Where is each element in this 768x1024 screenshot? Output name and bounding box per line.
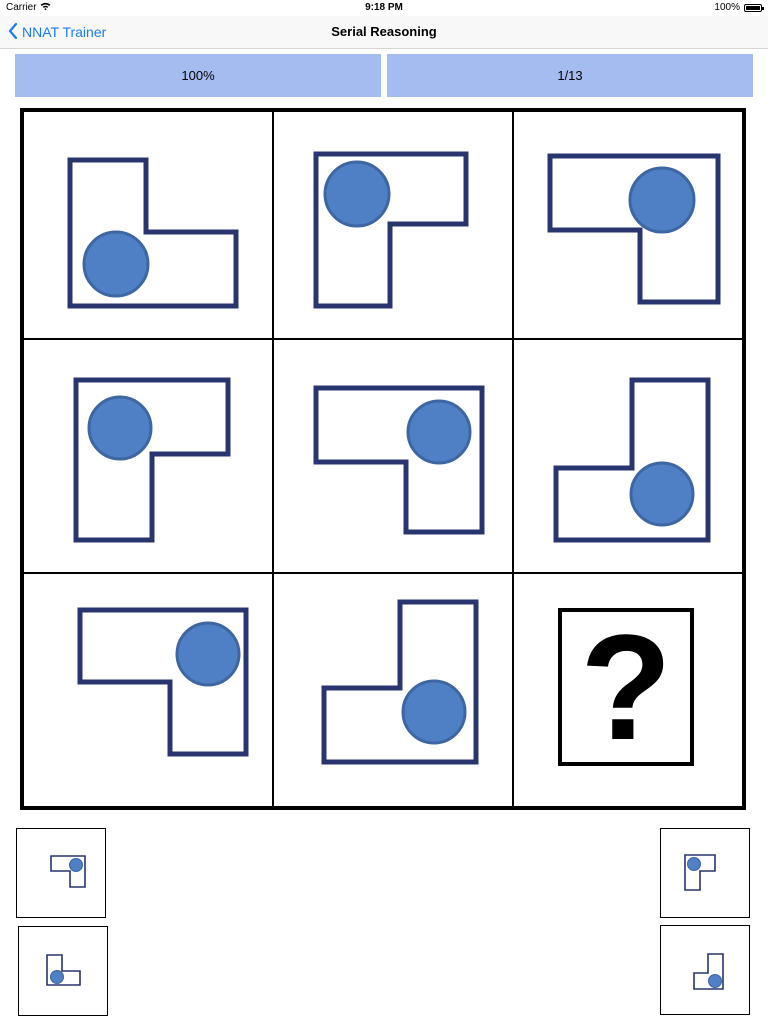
missing-answer-box: ?: [558, 608, 694, 766]
grid-cell-3-3: ?: [514, 574, 742, 806]
l-shape-figure: [313, 385, 485, 535]
l-shape-figure: [547, 153, 721, 305]
grid-cell-1-2: [274, 112, 512, 338]
l-shape-figure: [77, 607, 249, 757]
answer-option-3[interactable]: [18, 926, 108, 1016]
l-shape-figure: [73, 377, 231, 543]
status-time: 9:18 PM: [365, 2, 403, 13]
grid-cell-3-1: [24, 574, 272, 806]
grid-cell-2-2: [274, 340, 512, 572]
answer-option-figure: [50, 855, 86, 888]
l-shape-figure: [553, 377, 711, 543]
progress-value: 1/13: [557, 68, 583, 83]
answer-option-figure: [693, 953, 724, 990]
grid-cell-1-1: [24, 112, 272, 338]
progress-box: 1/13: [387, 54, 753, 97]
grid-cell-1-3: [514, 112, 742, 338]
question-mark: ?: [580, 603, 672, 771]
page-title: Serial Reasoning: [331, 24, 437, 39]
answer-option-figure: [46, 954, 81, 986]
grid-cell-2-3: [514, 340, 742, 572]
answer-option-1[interactable]: [16, 828, 106, 918]
l-shape-figure: [313, 151, 469, 309]
navigation-bar: NNAT Trainer Serial Reasoning: [0, 16, 768, 49]
score-value: 100%: [181, 68, 215, 83]
status-bar: Carrier 9:18 PM 100%: [0, 0, 768, 16]
answer-option-2[interactable]: [660, 828, 750, 918]
battery-icon: [744, 4, 764, 12]
grid-cell-3-2: [274, 574, 512, 806]
grid-cell-2-1: [24, 340, 272, 572]
status-right: 100%: [714, 0, 764, 16]
puzzle-grid: ?: [20, 108, 746, 810]
l-shape-figure: [67, 157, 239, 309]
score-box: 100%: [15, 54, 381, 97]
l-shape-figure: [321, 599, 479, 765]
battery-percent: 100%: [714, 2, 740, 13]
answer-option-4[interactable]: [660, 925, 750, 1015]
answer-option-figure: [684, 854, 716, 891]
